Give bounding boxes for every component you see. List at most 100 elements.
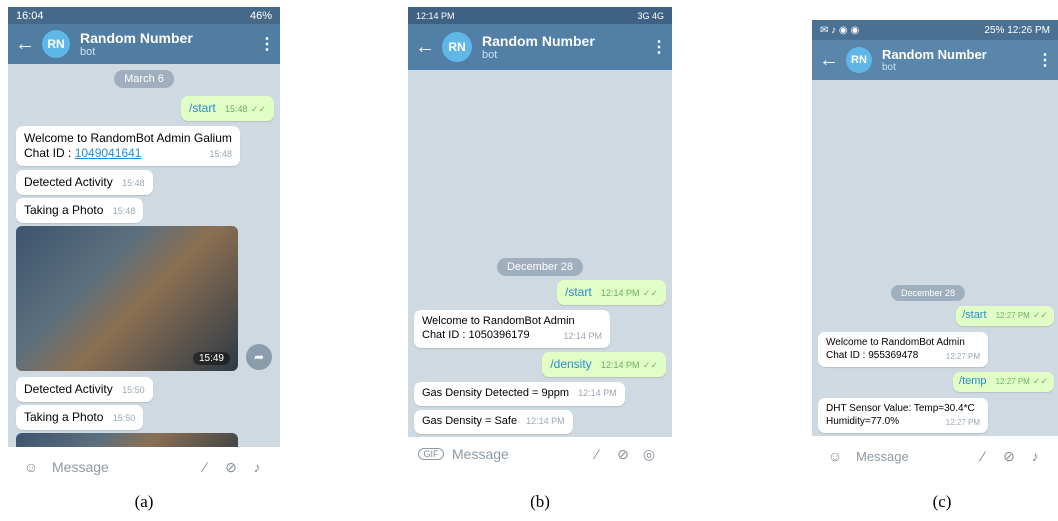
bot-command-icon[interactable]: ⁄ [192, 459, 218, 475]
status-bar: ✉ ♪ ◉ ◉ 25% 12:26 PM [812, 20, 1058, 40]
message-input-bar: ☺ Message ⁄ ⊘ ♪ [812, 436, 1058, 476]
welcome-message[interactable]: Welcome to RandomBot Admin Chat ID : 105… [414, 310, 610, 348]
chat-title-block[interactable]: Random Number bot [882, 47, 1032, 73]
message-time: 12:27 PM [995, 377, 1030, 386]
message-input-bar-b: GIF Message ⁄ ⊘ ◎ [408, 437, 672, 471]
message-time: 12:14 PM [601, 360, 640, 370]
chat-header: ← RN Random Number bot ⋮ [408, 24, 672, 70]
message-input[interactable]: Message [856, 449, 970, 464]
command-text[interactable]: /start [565, 285, 592, 299]
message-input[interactable]: Message [452, 446, 584, 462]
activity-message[interactable]: Detected Activity 15:50 [16, 377, 153, 402]
chat-title: Random Number [882, 47, 987, 62]
chat-header: ← RN Random Number bot ⋮ [812, 40, 1058, 80]
emoji-icon[interactable]: ☺ [18, 459, 44, 475]
more-menu-icon[interactable]: ⋮ [254, 34, 280, 54]
chat-id-link[interactable]: 1049041641 [75, 146, 142, 160]
photo-notice-message[interactable]: Taking a Photo 15:50 [16, 405, 144, 430]
command-text[interactable]: /start [189, 101, 216, 115]
message-time: 15:48 [225, 104, 248, 114]
camera-icon[interactable]: ◎ [636, 446, 662, 463]
outgoing-start-message[interactable]: /start 12:14 PM ✓✓ [557, 280, 666, 305]
attach-icon[interactable]: ⊘ [996, 448, 1022, 465]
message-input-bar: ☺ Message ⁄ ⊘ ♪ [8, 447, 280, 487]
dht-temp-line: DHT Sensor Value: Temp=30.4*C [826, 403, 975, 414]
double-check-icon: ✓✓ [642, 288, 658, 298]
caption-b: (b) [530, 492, 550, 511]
outgoing-temp-message[interactable]: /temp 12:27 PM ✓✓ [953, 372, 1054, 392]
message-text: Taking a Photo [24, 410, 104, 424]
panel-c-phone: ✉ ♪ ◉ ◉ 25% 12:26 PM ← RN Random Number … [812, 20, 1058, 476]
caption-c: (c) [932, 492, 952, 511]
outgoing-start-message[interactable]: /start 15:48 ✓✓ [181, 96, 274, 121]
command-text[interactable]: /density [550, 357, 591, 371]
photo-message[interactable]: 15:49 [16, 226, 238, 371]
gas-density-message[interactable]: Gas Density Detected = 9ppm 12:14 PM [414, 382, 625, 406]
message-text: Detected Activity [24, 382, 113, 396]
gas-status-message[interactable]: Gas Density = Safe 12:14 PM [414, 410, 573, 434]
avatar[interactable]: RN [42, 30, 70, 58]
chat-title-block[interactable]: Random Number bot [80, 30, 254, 58]
back-arrow-icon[interactable]: ← [812, 49, 846, 72]
dht-sensor-message[interactable]: DHT Sensor Value: Temp=30.4*C Humidity=7… [818, 398, 988, 433]
photo-time: 15:49 [192, 352, 230, 365]
microphone-icon[interactable]: ♪ [244, 459, 270, 475]
microphone-icon[interactable]: ♪ [1022, 448, 1048, 464]
message-text: Gas Density Detected = 9ppm [422, 387, 570, 399]
message-time: 12:14 PM [526, 416, 565, 426]
gif-icon[interactable]: GIF [418, 448, 444, 460]
message-time: 15:48 [209, 149, 232, 159]
share-icon[interactable]: ➦ [246, 344, 272, 370]
message-time: 12:27 PM [995, 311, 1030, 320]
date-chip: December 28 [890, 285, 966, 301]
double-check-icon: ✓✓ [1032, 310, 1048, 320]
photo-notice-message[interactable]: Taking a Photo 15:48 [16, 198, 144, 223]
network-indicator: 3G 4G [637, 10, 664, 21]
chat-header: ← RN Random Number bot ⋮ [8, 24, 280, 64]
photo-message-partial[interactable] [16, 433, 238, 447]
double-check-icon: ✓✓ [1032, 376, 1048, 386]
double-check-icon: ✓✓ [250, 104, 266, 114]
message-list[interactable]: March 6 /start 15:48 ✓✓ Welcome to Rando… [8, 64, 280, 447]
dht-humidity-line: Humidity=77.0% 12:27 PM [826, 415, 980, 427]
message-text: Gas Density = Safe [422, 415, 518, 427]
avatar[interactable]: RN [846, 47, 872, 73]
chat-id-line: Chat ID : 955369478 12:27 PM [826, 349, 980, 361]
outgoing-start-message[interactable]: /start 12:27 PM ✓✓ [956, 306, 1054, 326]
status-bar: 12:14 PM 3G 4G [408, 7, 672, 24]
chat-subtitle: bot [882, 62, 896, 73]
outgoing-density-message[interactable]: /density 12:14 PM ✓✓ [542, 352, 666, 377]
command-text[interactable]: /temp [959, 375, 987, 387]
welcome-message[interactable]: Welcome to RandomBot Admin Galium Chat I… [16, 126, 240, 166]
message-time: 15:50 [122, 385, 145, 395]
bot-command-icon[interactable]: ⁄ [970, 448, 996, 464]
status-time: 12:14 PM [416, 10, 455, 21]
more-menu-icon[interactable]: ⋮ [1032, 50, 1058, 70]
more-menu-icon[interactable]: ⋮ [646, 37, 672, 57]
message-time: 12:14 PM [601, 288, 640, 298]
message-time: 12:14 PM [563, 330, 602, 341]
chat-id-line: Chat ID : 1049041641 15:48 [24, 146, 232, 160]
command-text[interactable]: /start [962, 309, 986, 321]
bot-command-icon[interactable]: ⁄ [584, 446, 610, 462]
attach-icon[interactable]: ⊘ [218, 459, 244, 476]
emoji-icon[interactable]: ☺ [822, 448, 848, 464]
panel-b-phone: 12:14 PM 3G 4G ← RN Random Number bot ⋮ … [408, 7, 672, 437]
chat-title-block[interactable]: Random Number bot [482, 33, 646, 61]
message-text: Taking a Photo [24, 203, 104, 217]
back-arrow-icon[interactable]: ← [8, 33, 42, 56]
chat-subtitle: bot [482, 49, 498, 61]
activity-message[interactable]: Detected Activity 15:48 [16, 170, 153, 195]
status-time: 25% 12:26 PM [984, 24, 1050, 36]
message-list[interactable]: December 28 /start 12:14 PM ✓✓ Welcome t… [408, 70, 672, 437]
attach-icon[interactable]: ⊘ [610, 446, 636, 463]
welcome-line: Welcome to RandomBot Admin [826, 337, 965, 348]
message-input[interactable]: Message [52, 459, 192, 475]
welcome-message[interactable]: Welcome to RandomBot Admin Chat ID : 955… [818, 332, 988, 367]
message-time: 15:48 [122, 178, 145, 188]
message-list[interactable]: December 28 /start 12:27 PM ✓✓ Welcome t… [812, 80, 1058, 436]
message-text: Detected Activity [24, 175, 113, 189]
status-bar: 16:04 46% [8, 7, 280, 24]
avatar[interactable]: RN [442, 32, 472, 62]
back-arrow-icon[interactable]: ← [408, 36, 442, 59]
